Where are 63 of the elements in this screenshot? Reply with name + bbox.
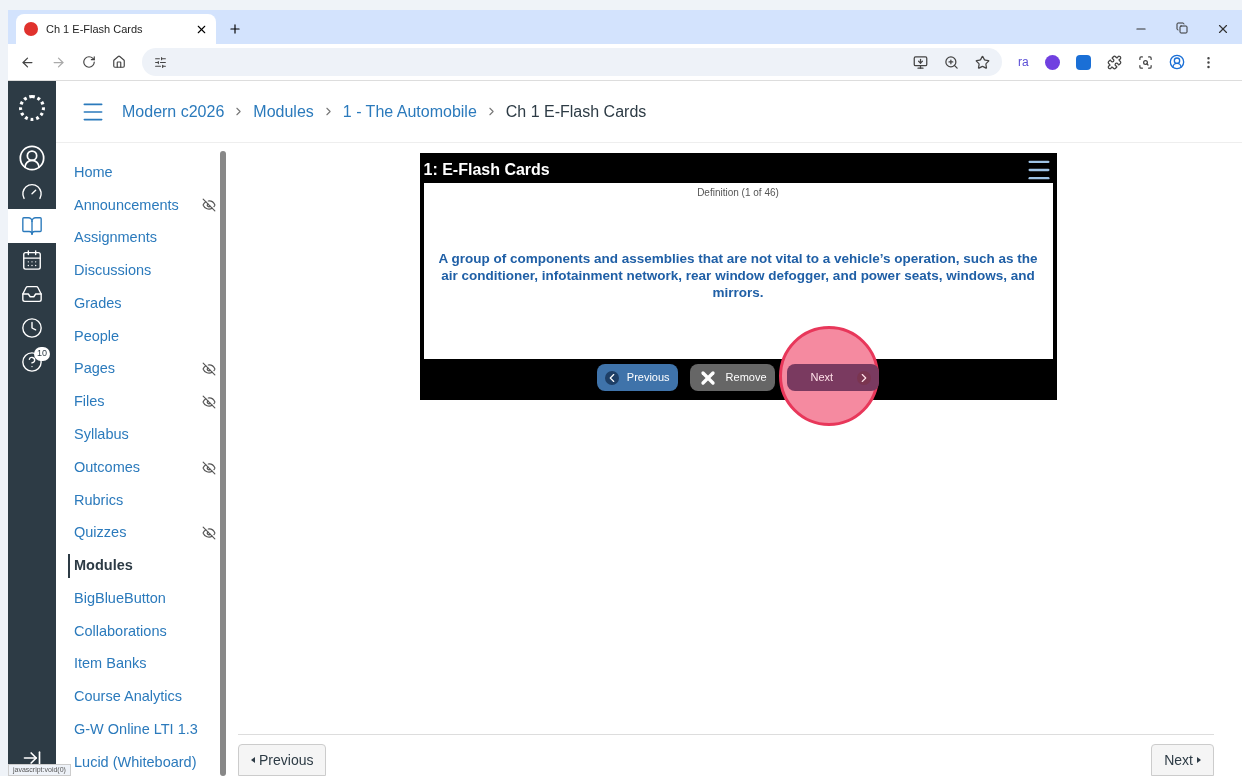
book-icon xyxy=(21,215,43,237)
course-nav-link[interactable]: Item Banks xyxy=(74,652,228,676)
caret-icon xyxy=(251,757,255,763)
breadcrumb-link[interactable]: 1 - The Automobile xyxy=(342,99,477,124)
account-icon xyxy=(18,144,46,172)
chevron-icon xyxy=(857,370,872,385)
flashcard-title: 1: E-Flash Cards xyxy=(423,160,550,180)
course-nav-link[interactable]: Discussions xyxy=(74,259,228,283)
course-nav-link[interactable]: BigBlueButton xyxy=(74,587,228,611)
card-counter: Definition (1 of 46) xyxy=(697,186,779,200)
extension-icon[interactable]: ra xyxy=(1018,53,1029,71)
course-nav-link[interactable]: Pages xyxy=(74,357,228,381)
browser-tab[interactable]: Ch 1 E-Flash Cards xyxy=(16,14,216,44)
restore-icon[interactable] xyxy=(1176,22,1188,34)
course-nav-link[interactable]: Rubrics xyxy=(74,488,228,512)
inbox-icon xyxy=(21,283,43,305)
hidden-eye-icon xyxy=(202,395,216,410)
tab-search-icon[interactable] xyxy=(1137,54,1153,70)
course-nav-link[interactable]: Collaborations xyxy=(74,619,228,644)
course-nav-link[interactable]: Home xyxy=(74,161,228,185)
calendar-icon xyxy=(21,249,43,271)
breadcrumb-link[interactable]: Modules xyxy=(253,99,314,124)
course-nav-link[interactable]: People xyxy=(74,324,228,349)
close-icon[interactable] xyxy=(1216,22,1230,36)
course-nav-link[interactable]: G-W Online LTI 1.3 xyxy=(74,718,228,742)
card-button[interactable]: Remove xyxy=(689,364,775,391)
site-settings-icon[interactable] xyxy=(154,55,167,69)
hidden-eye-icon xyxy=(202,362,216,377)
hidden-eye-icon xyxy=(202,460,216,475)
notification-badge: 10 xyxy=(34,347,50,361)
previous-button[interactable]: Previous xyxy=(238,744,327,776)
chevron-icon xyxy=(604,370,619,385)
course-nav-link[interactable]: Assignments xyxy=(74,226,228,250)
card-button[interactable]: Previous xyxy=(596,364,678,391)
zoom-icon[interactable] xyxy=(944,54,959,70)
back-icon[interactable] xyxy=(20,54,35,70)
hidden-eye-icon xyxy=(202,526,216,541)
course-nav-link[interactable]: Lucid (Whiteboard) xyxy=(74,751,228,775)
clock-icon xyxy=(21,317,43,339)
tab-title: Ch 1 E-Flash Cards xyxy=(46,21,144,37)
extensions-icon[interactable] xyxy=(1106,54,1122,70)
course-nav-link[interactable]: Files xyxy=(74,390,228,414)
course-nav-link[interactable]: Outcomes xyxy=(74,456,228,480)
breadcrumb-link[interactable]: Modern c2026 xyxy=(122,99,225,124)
home-icon[interactable] xyxy=(112,55,126,69)
course-nav-link[interactable]: Grades xyxy=(74,292,228,316)
next-button[interactable]: Next xyxy=(1151,744,1214,776)
profile-icon[interactable] xyxy=(1168,54,1185,70)
card-button[interactable]: Next xyxy=(786,364,880,391)
reload-icon[interactable] xyxy=(82,55,96,69)
course-nav-link[interactable]: Quizzes xyxy=(74,521,228,545)
caret-icon xyxy=(1197,757,1201,763)
extension-icon[interactable] xyxy=(1075,54,1091,70)
definition-text: A group of components and assemblies that are not vital to a vehicle’s operation, such as the air conditioner, infotainment network, rear window defogger, and power seats, windows, and mirrors. xyxy=(437,250,1039,301)
course-nav-link[interactable]: Syllabus xyxy=(74,423,228,447)
extension-icon[interactable] xyxy=(1044,54,1060,70)
course-nav-link[interactable]: Announcements xyxy=(74,193,228,217)
hidden-eye-icon xyxy=(202,198,216,213)
install-icon[interactable] xyxy=(913,54,928,70)
bookmark-star-icon[interactable] xyxy=(975,54,990,70)
global-nav-item[interactable]: 10 xyxy=(8,345,56,379)
new-tab-icon[interactable] xyxy=(228,22,242,36)
course-nav-link[interactable]: Course Analytics xyxy=(74,685,228,709)
